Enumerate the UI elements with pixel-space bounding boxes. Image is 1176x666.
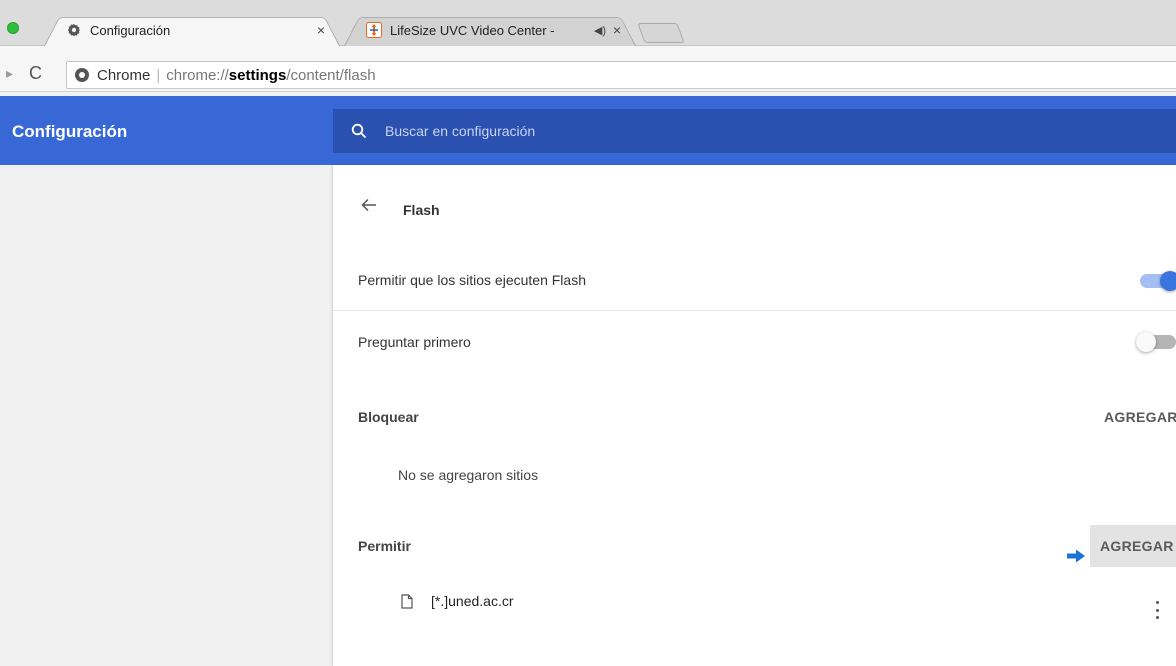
block-section-label: Bloquear	[358, 409, 419, 425]
toolbar-top	[0, 46, 1176, 58]
reload-icon[interactable]: C	[29, 63, 42, 84]
flash-settings-card: Flash Permitir que los sitios ejecuten F…	[333, 165, 1176, 666]
back-arrow-icon[interactable]	[359, 195, 379, 215]
allowed-site-item[interactable]: [*.]uned.ac.cr	[401, 593, 514, 609]
tab-configuracion[interactable]: Configuración ×	[44, 13, 340, 46]
settings-sidebar	[0, 165, 332, 666]
block-add-button[interactable]: AGREGAR	[1104, 409, 1176, 425]
tab-title: Configuración	[90, 22, 171, 38]
ask-first-toggle[interactable]	[1136, 332, 1176, 352]
omnibox-separator: |	[156, 66, 161, 84]
url-path: /content/flash	[286, 66, 376, 84]
settings-header: Configuración Buscar en configuración	[0, 96, 1176, 165]
search-placeholder: Buscar en configuración	[385, 123, 536, 139]
allow-flash-row[interactable]: Permitir que los sitios ejecuten Flash	[333, 265, 1176, 295]
tab-strip: Configuración × LifeSize UVC Video Cente…	[0, 0, 1176, 46]
tab-lifesize[interactable]: LifeSize UVC Video Center - ◀) ×	[344, 13, 636, 46]
window-maximize-button[interactable]	[7, 22, 19, 34]
page-title: Flash	[403, 202, 440, 218]
settings-title: Configuración	[12, 122, 128, 141]
file-icon	[401, 593, 413, 609]
divider	[333, 310, 1176, 311]
browser-toolbar: ▸ C Chrome | chrome:// settings /content…	[0, 58, 1176, 92]
allow-section-label: Permitir	[358, 538, 411, 554]
back-button[interactable]: ▸	[6, 65, 13, 82]
search-icon	[351, 123, 367, 139]
speaker-icon[interactable]: ◀)	[594, 24, 606, 37]
block-empty-text: No se agregaron sitios	[398, 467, 539, 483]
allowed-site-pattern: [*.]uned.ac.cr	[431, 593, 514, 609]
close-tab-icon[interactable]: ×	[314, 23, 328, 37]
annotation-arrow-icon	[1066, 549, 1086, 568]
tab-title: LifeSize UVC Video Center -	[390, 22, 555, 38]
ask-first-label: Preguntar primero	[358, 334, 471, 350]
chrome-icon	[75, 68, 89, 82]
allow-flash-toggle[interactable]	[1140, 271, 1176, 291]
ask-first-row[interactable]: Preguntar primero	[333, 327, 1176, 357]
close-tab-icon[interactable]: ×	[610, 23, 624, 37]
more-actions-icon[interactable]	[1155, 601, 1159, 619]
new-tab-button[interactable]	[637, 23, 685, 43]
gear-icon	[66, 22, 82, 38]
url-scheme: chrome://	[166, 66, 229, 84]
settings-search-input[interactable]: Buscar en configuración	[333, 109, 1176, 153]
address-bar[interactable]: Chrome | chrome:// settings /content/fla…	[66, 61, 1176, 89]
url-host: settings	[228, 66, 287, 84]
security-chip[interactable]: Chrome	[97, 67, 150, 84]
allow-add-button[interactable]: AGREGAR	[1090, 525, 1176, 567]
allow-flash-label: Permitir que los sitios ejecuten Flash	[358, 272, 586, 288]
lifesize-icon	[366, 22, 382, 38]
